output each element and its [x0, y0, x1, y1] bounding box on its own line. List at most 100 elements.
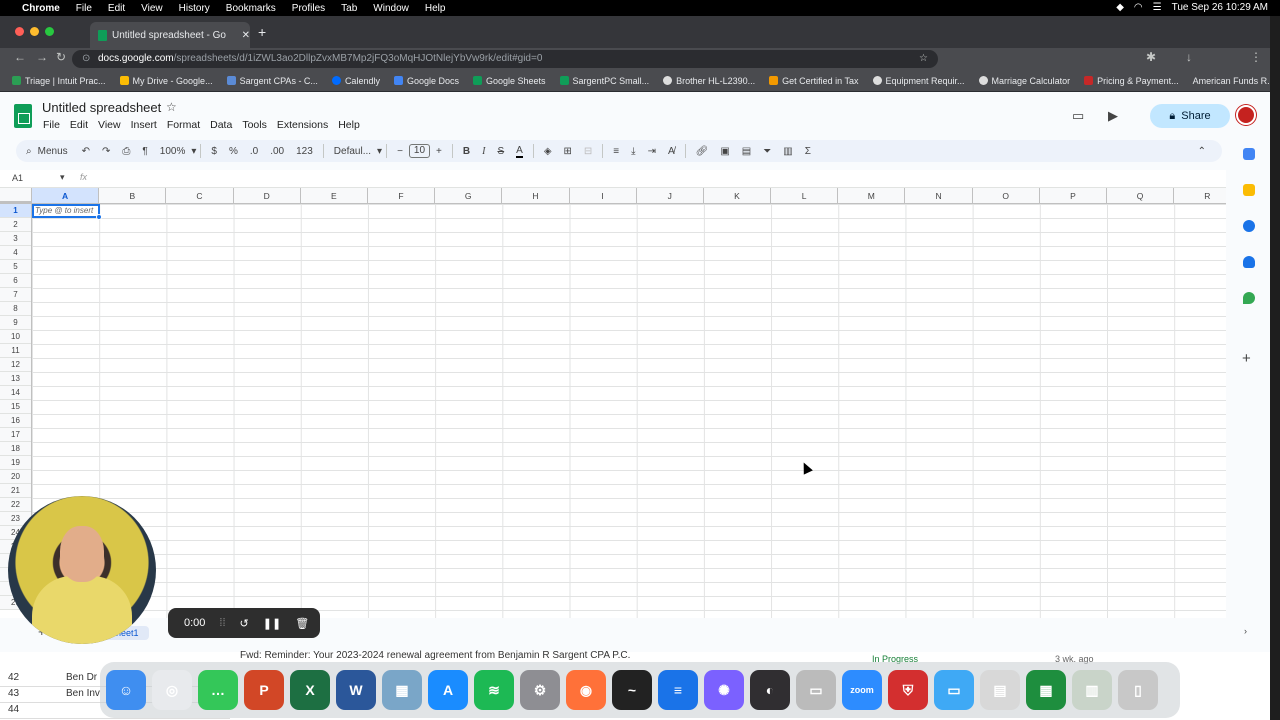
dock-app-firefox-icon[interactable]: ◉: [566, 670, 606, 710]
menu-tools[interactable]: Tools: [242, 119, 267, 131]
filter-views-icon[interactable]: ▥: [783, 146, 792, 157]
tasks-icon[interactable]: [1243, 220, 1255, 232]
menu-view[interactable]: View: [141, 3, 163, 14]
active-cell-a1[interactable]: Type @ to insert: [32, 204, 102, 220]
menu-app-name[interactable]: Chrome: [22, 3, 60, 14]
dock-app-files-icon[interactable]: ▤: [980, 670, 1020, 710]
drag-handle-icon[interactable]: ⁞⁞: [219, 617, 225, 629]
row-header[interactable]: 14: [0, 386, 31, 400]
dropbox-icon[interactable]: ◆: [1116, 2, 1124, 13]
row-header[interactable]: 2: [0, 218, 31, 232]
new-tab-icon[interactable]: +: [258, 24, 266, 40]
column-header[interactable]: O: [973, 188, 1040, 203]
bookmark-item[interactable]: Google Docs: [393, 76, 459, 86]
dock-app-activity-monitor-icon[interactable]: ~: [612, 670, 652, 710]
insert-link-icon[interactable]: 🔗︎: [696, 146, 709, 157]
forward-icon[interactable]: →: [36, 50, 48, 64]
text-color-icon[interactable]: A: [516, 145, 523, 158]
explore-icon[interactable]: ›: [1244, 626, 1247, 636]
star-icon[interactable]: ☆: [166, 100, 177, 114]
row-header[interactable]: 15: [0, 400, 31, 414]
wifi-icon[interactable]: ◠: [1134, 2, 1143, 13]
close-window-button[interactable]: [15, 27, 24, 36]
vertical-align-icon[interactable]: ⤓: [631, 146, 635, 157]
row-header[interactable]: 21: [0, 484, 31, 498]
column-header[interactable]: M: [838, 188, 906, 203]
text-rotation-icon[interactable]: A̸: [668, 146, 675, 157]
column-header[interactable]: P: [1040, 188, 1107, 203]
row-header[interactable]: 5: [0, 260, 31, 274]
close-tab-icon[interactable]: ✕: [242, 30, 250, 41]
dock-app-excel-icon[interactable]: X: [290, 670, 330, 710]
row-header[interactable]: 3: [0, 232, 31, 246]
menu-edit[interactable]: Edit: [108, 3, 125, 14]
row-header[interactable]: 1: [0, 204, 31, 218]
dock-app-bitwarden-icon[interactable]: ⛨: [888, 670, 928, 710]
functions-icon[interactable]: Σ: [805, 146, 811, 157]
italic-icon[interactable]: I: [482, 146, 485, 157]
row-header[interactable]: 18: [0, 442, 31, 456]
row-header[interactable]: 19: [0, 456, 31, 470]
bookmark-item[interactable]: Marriage Calculator: [978, 76, 1070, 86]
dock-app-zoom-icon[interactable]: zoom: [842, 670, 882, 710]
row-header[interactable]: 22: [0, 498, 31, 512]
row-header[interactable]: 17: [0, 428, 31, 442]
dock-app-screenshot-icon[interactable]: ▭: [796, 670, 836, 710]
bookmark-item[interactable]: Sargent CPAs - C...: [226, 76, 318, 86]
menu-edit[interactable]: Edit: [70, 119, 88, 131]
insert-comment-icon[interactable]: ▣: [720, 146, 729, 157]
bookmark-item[interactable]: American Funds R...: [1193, 76, 1270, 86]
column-header[interactable]: C: [166, 188, 234, 203]
meet-icon[interactable]: ▶: [1108, 108, 1118, 124]
bookmark-star-icon[interactable]: ☆: [919, 50, 928, 68]
horizontal-align-icon[interactable]: ≡: [613, 146, 619, 157]
bookmark-item[interactable]: Equipment Requir...: [872, 76, 965, 86]
borders-icon[interactable]: ⊞: [564, 146, 572, 157]
column-header[interactable]: Q: [1107, 188, 1175, 203]
paint-format-icon[interactable]: ¶: [142, 146, 147, 157]
dock-app-folder-icon[interactable]: ▭: [934, 670, 974, 710]
zoom-window-button[interactable]: [45, 27, 54, 36]
percent-format-button[interactable]: %: [229, 146, 238, 157]
menubar-clock[interactable]: Tue Sep 26 10:29 AM: [1172, 2, 1268, 13]
menu-extensions[interactable]: Extensions: [277, 119, 328, 131]
bookmark-item[interactable]: Get Certified in Tax: [769, 76, 859, 86]
filter-icon[interactable]: ⏷: [763, 146, 771, 157]
menus-search[interactable]: ⌕ Menus: [16, 146, 68, 157]
bookmark-item[interactable]: Brother HL-L2390...: [663, 76, 755, 86]
bookmark-item[interactable]: My Drive - Google...: [119, 76, 213, 86]
currency-format-button[interactable]: $: [211, 146, 217, 157]
insert-chart-icon[interactable]: ▤: [742, 146, 751, 157]
add-addon-icon[interactable]: +: [1242, 350, 1251, 367]
zoom-select[interactable]: 100%: [160, 146, 186, 157]
decrease-decimal-button[interactable]: .0: [250, 146, 258, 157]
spreadsheet-grid[interactable]: ABCDEFGHIJKLMNOPQR 1 2 3 4 5 6 7 8 9 10 11 12 13 14 15…: [0, 188, 1226, 618]
column-header[interactable]: A: [32, 188, 100, 203]
fill-color-icon[interactable]: ◈: [544, 146, 552, 157]
minimize-window-button[interactable]: [30, 27, 39, 36]
sheets-logo-icon[interactable]: [14, 104, 32, 128]
row-header[interactable]: 9: [0, 316, 31, 330]
trash-icon[interactable]: 🗑︎: [295, 617, 309, 630]
column-header[interactable]: R: [1174, 188, 1226, 203]
dock-app-chrome-icon[interactable]: ◎: [152, 670, 192, 710]
avatar[interactable]: [1236, 105, 1256, 125]
increase-font-size-icon[interactable]: +: [436, 146, 442, 157]
row-header[interactable]: 6: [0, 274, 31, 288]
address-bar[interactable]: ⊙ docs.google.com/spreadsheets/d/1iZWL3a…: [72, 50, 938, 68]
row-header[interactable]: 7: [0, 288, 31, 302]
name-box[interactable]: A1: [12, 173, 23, 183]
select-all-corner[interactable]: [0, 188, 32, 204]
dock-app-word-icon[interactable]: W: [336, 670, 376, 710]
dock-app-powerpoint-icon[interactable]: P: [244, 670, 284, 710]
column-header[interactable]: D: [234, 188, 301, 203]
contacts-icon[interactable]: [1243, 256, 1255, 268]
menu-tab[interactable]: Tab: [341, 3, 357, 14]
decrease-font-size-icon[interactable]: −: [397, 146, 403, 157]
calendar-icon[interactable]: [1243, 148, 1255, 160]
dock-app-app-store-icon[interactable]: A: [428, 670, 468, 710]
bookmark-item[interactable]: Google Sheets: [473, 76, 546, 86]
maps-icon[interactable]: [1243, 292, 1255, 304]
column-header[interactable]: N: [905, 188, 973, 203]
bookmark-item[interactable]: SargentPC Small...: [559, 76, 649, 86]
